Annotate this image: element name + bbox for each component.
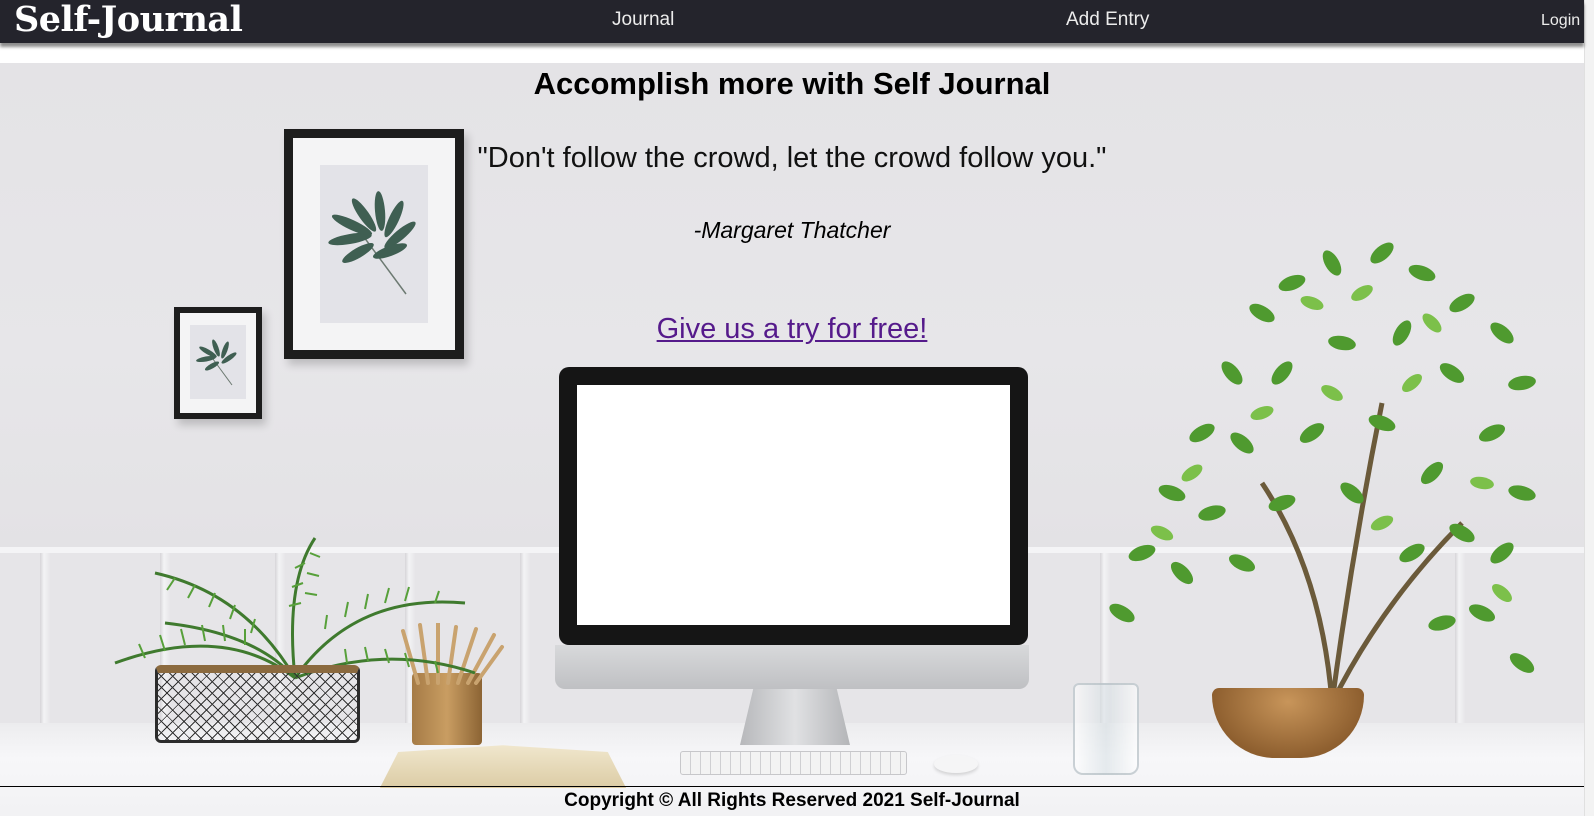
try-free-link[interactable]: Give us a try for free! xyxy=(657,313,928,345)
cta-container: Give us a try for free! xyxy=(0,311,1584,347)
quote-author: -Margaret Thatcher xyxy=(693,217,891,243)
footer-copyright: Copyright © All Rights Reserved 2021 Sel… xyxy=(564,790,1020,811)
monitor-chin xyxy=(555,645,1029,689)
nav-link-journal[interactable]: Journal xyxy=(612,9,674,31)
top-navbar: Self-Journal Journal Add Entry Login xyxy=(0,0,1584,43)
mouse-image xyxy=(934,755,978,773)
page-scrollbar[interactable] xyxy=(1584,0,1594,816)
ficus-plant-icon xyxy=(1109,242,1536,705)
fern-plant-icon xyxy=(114,537,476,680)
nav-link-login[interactable]: Login xyxy=(1541,10,1580,32)
monitor-screen xyxy=(577,385,1010,625)
nav-link-add-entry[interactable]: Add Entry xyxy=(1066,9,1149,31)
brand-logo[interactable]: Self-Journal xyxy=(14,0,243,40)
footer: Copyright © All Rights Reserved 2021 Sel… xyxy=(0,786,1584,817)
wire-basket-image xyxy=(155,665,360,743)
keyboard-image xyxy=(680,751,907,775)
hero-quote: "Don't follow the crowd, let the crowd f… xyxy=(477,142,1107,174)
hero-title: Accomplish more with Self Journal xyxy=(533,66,1051,101)
monitor-stand xyxy=(740,689,850,745)
